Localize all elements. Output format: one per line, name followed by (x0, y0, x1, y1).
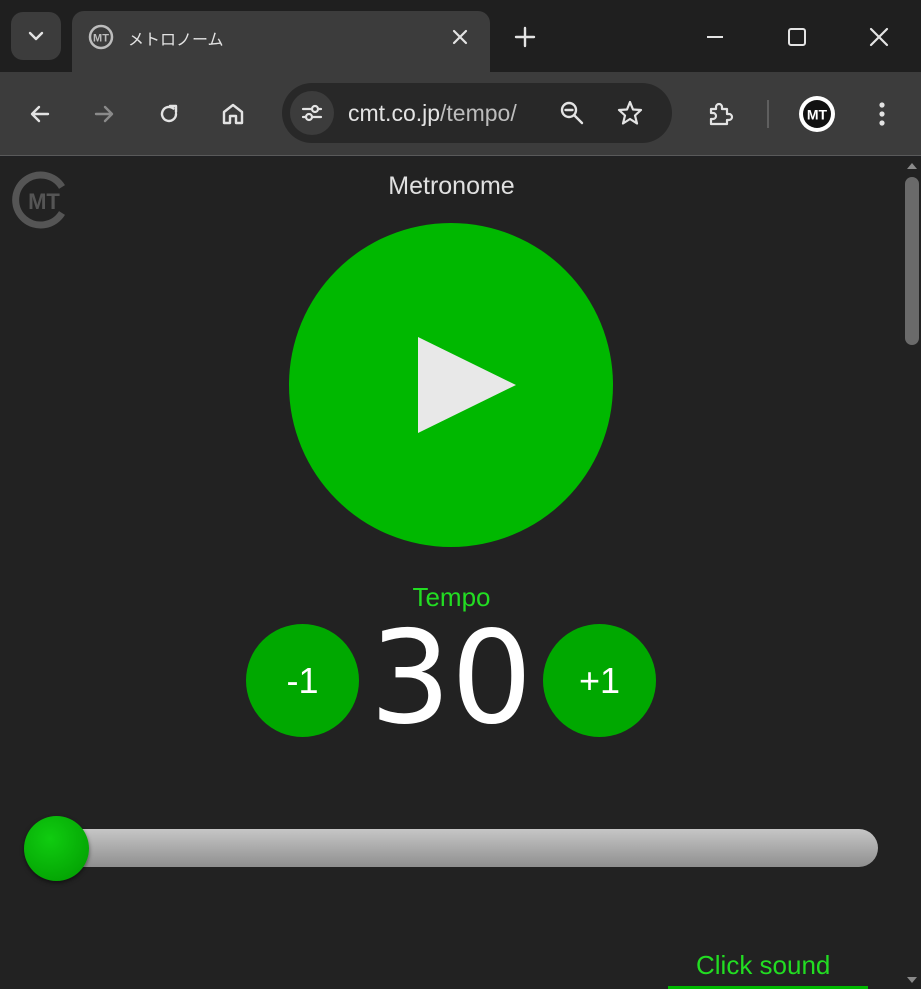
site-info-button[interactable] (290, 91, 334, 135)
page-scrollbar[interactable] (903, 157, 921, 989)
plus-icon (514, 26, 536, 48)
click-sound-label[interactable]: Click sound (696, 950, 830, 981)
scroll-down-arrow-icon[interactable] (907, 977, 917, 983)
tab-title: メトロノーム (128, 30, 224, 49)
minimize-icon (707, 36, 723, 38)
maximize-icon (788, 28, 806, 46)
scrollbar-thumb[interactable] (905, 177, 919, 345)
scroll-up-arrow-icon[interactable] (907, 163, 917, 169)
extensions-icon (709, 102, 734, 126)
close-window-button[interactable] (856, 14, 902, 60)
tempo-value: 30 (369, 604, 533, 753)
increment-button[interactable]: +1 (543, 624, 656, 737)
more-vert-icon (879, 102, 885, 126)
bookmark-button[interactable] (608, 91, 652, 135)
close-icon (452, 29, 468, 45)
tab-strip: MT メトロノーム (0, 0, 921, 72)
extensions-button[interactable] (698, 92, 742, 136)
tempo-slider-thumb[interactable] (24, 816, 89, 881)
tab-close-button[interactable] (446, 23, 474, 51)
profile-avatar-icon: MT (799, 96, 835, 132)
url-text: cmt.co.jp/tempo/ (348, 100, 517, 127)
play-icon (418, 337, 516, 433)
tab-search-button[interactable] (11, 12, 61, 60)
close-window-icon (869, 27, 889, 47)
page-title: Metronome (388, 172, 515, 200)
profile-button[interactable]: MT (795, 92, 839, 136)
site-favicon-icon: MT (88, 24, 114, 50)
play-button[interactable] (289, 223, 613, 547)
reload-button[interactable] (147, 92, 191, 136)
bookmark-star-icon (617, 100, 643, 125)
minimize-button[interactable] (692, 14, 738, 60)
forward-button[interactable] (82, 92, 126, 136)
new-tab-button[interactable] (508, 20, 542, 54)
page-content: MT Metronome Tempo -1 30 +1 Click sound (0, 157, 903, 989)
reload-icon (160, 104, 178, 123)
url-host: cmt.co.jp (348, 100, 441, 126)
address-bar[interactable]: cmt.co.jp/tempo/ (282, 83, 672, 143)
back-button[interactable] (18, 92, 62, 136)
more-menu-button[interactable] (860, 92, 904, 136)
zoom-out-icon (560, 101, 584, 125)
browser-window: MT メトロノーム cmt.co.jp/tempo/ MT MT Metrono… (0, 0, 921, 989)
browser-toolbar: cmt.co.jp/tempo/ MT (0, 72, 921, 156)
tempo-slider-track[interactable] (36, 829, 878, 867)
profile-initials: MT (807, 107, 828, 123)
tune-icon (301, 104, 323, 122)
chevron-down-icon (28, 31, 44, 41)
zoom-button[interactable] (550, 91, 594, 135)
active-tab[interactable]: MT メトロノーム (72, 11, 490, 72)
home-button[interactable] (211, 92, 255, 136)
forward-icon (94, 105, 114, 123)
maximize-button[interactable] (774, 14, 820, 60)
home-icon (222, 103, 244, 125)
svg-text:MT: MT (93, 33, 109, 45)
toolbar-separator (767, 100, 769, 128)
url-path: /tempo/ (440, 100, 517, 126)
decrement-button[interactable]: -1 (246, 624, 359, 737)
back-icon (30, 105, 50, 123)
